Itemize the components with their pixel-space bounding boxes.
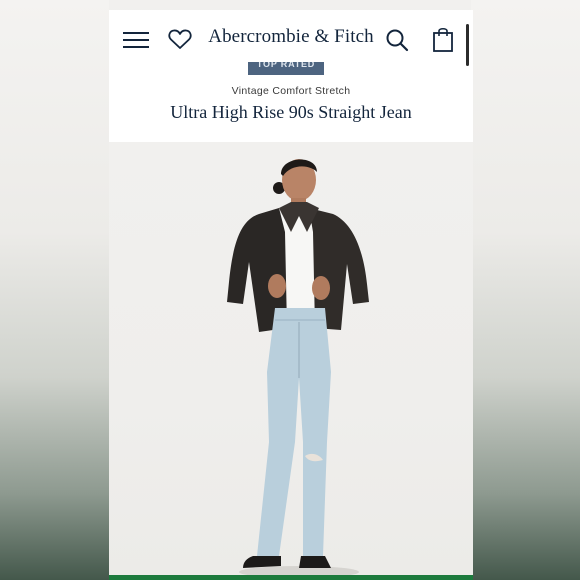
top-rated-badge: TOP RATED	[248, 62, 324, 75]
bag-icon[interactable]	[432, 26, 454, 52]
add-to-bag-bar[interactable]	[109, 575, 473, 580]
background-right	[471, 0, 580, 580]
product-image[interactable]	[109, 142, 473, 576]
product-subtitle: Vintage Comfort Stretch	[231, 85, 351, 97]
product-title: Ultra High Rise 90s Straight Jean	[170, 102, 412, 122]
scrollbar[interactable]	[466, 24, 469, 66]
mobile-screen: Abercrombie & Fitch TOP RATED Vintage Co…	[109, 10, 473, 580]
search-icon[interactable]	[385, 28, 409, 52]
background-left	[0, 0, 109, 580]
brand-logo[interactable]: Abercrombie & Fitch	[109, 26, 473, 48]
model-illustration	[227, 159, 369, 576]
site-header: Abercrombie & Fitch	[109, 10, 473, 68]
